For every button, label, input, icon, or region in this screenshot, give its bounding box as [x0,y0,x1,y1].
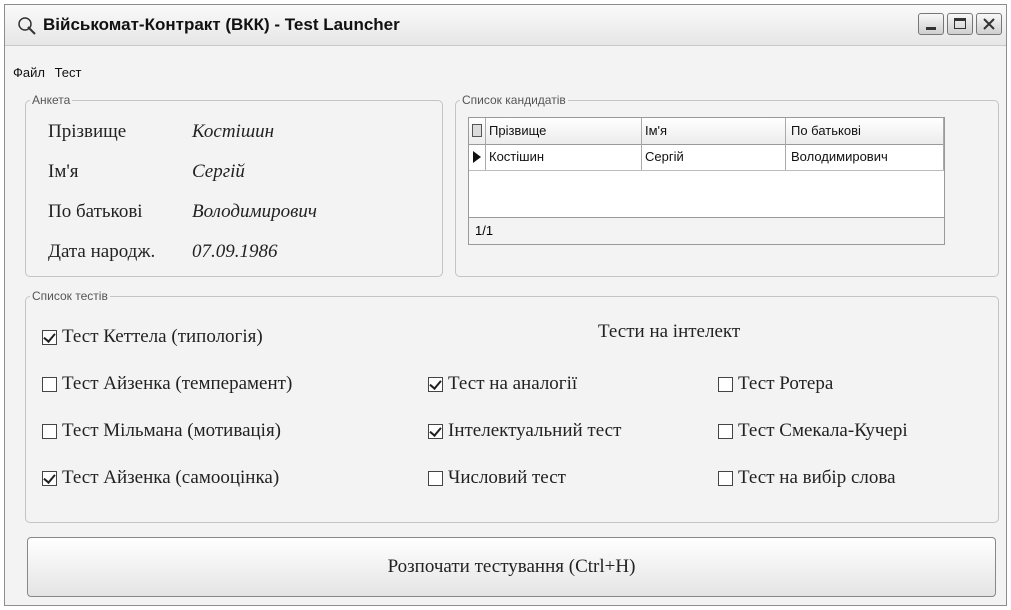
column-header-name[interactable]: Ім'я [645,123,667,138]
checkbox-box[interactable] [42,329,57,345]
intellect-tests-title: Тести на інтелект [598,321,741,342]
checkbox-box[interactable] [718,423,733,439]
checkbox-word-choice[interactable]: Тест на вибір слова [718,467,896,489]
checkbox-eysenck-selfesteem[interactable]: Тест Айзенка (самооцінка) [42,467,279,489]
column-header-patronymic[interactable]: По батькові [791,123,861,138]
tests-group: Список тестів Тести на інтелект Тест Кет… [25,289,999,523]
app-window: Військомат-Контракт (ВКК) - Test Launche… [4,4,1007,606]
surname-value: Костішин [192,121,275,142]
close-icon [983,18,995,30]
checkbox-analogies[interactable]: Тест на аналогії [428,373,577,395]
menu-bar: Файл Тест [13,65,88,80]
checkbox-cattell[interactable]: Тест Кеттела (типологія) [42,326,263,348]
checkbox-box[interactable] [718,470,733,486]
checkbox-label: Тест Смекала-Кучері [738,420,908,441]
surname-label: Прізвище [48,121,127,142]
table-row[interactable]: Костішин Сергій Володимирович [469,144,944,171]
checkbox-intellectual[interactable]: Інтелектуальний тест [428,420,621,442]
name-label: Ім'я [48,161,79,182]
minimize-button[interactable] [918,13,944,35]
maximize-button[interactable] [947,13,973,35]
checkbox-box[interactable] [428,470,443,486]
checkbox-box[interactable] [428,423,443,439]
checkbox-label: Інтелектуальний тест [448,420,622,441]
minimize-icon [926,27,936,30]
checkbox-box[interactable] [42,423,57,439]
checkbox-label: Числовий тест [448,467,566,488]
checkbox-label: Тест Айзенка (самооцінка) [62,467,280,488]
birthdate-label: Дата народж. [48,241,156,262]
menu-file[interactable]: Файл [13,65,45,80]
checkbox-numeric[interactable]: Числовий тест [428,467,566,489]
checkbox-smekal-kucher[interactable]: Тест Смекала-Кучері [718,420,908,442]
maximize-icon [954,18,966,29]
checkbox-label: Тест на аналогії [448,373,578,394]
column-header-surname[interactable]: Прізвище [489,123,546,138]
tests-legend: Список тестів [32,289,108,303]
cell-patronymic: Володимирович [791,149,888,164]
candidates-group: Список кандидатів Прізвище Ім'я По батьк… [455,93,999,277]
checkbox-label: Тест на вибір слова [738,467,896,488]
checkbox-eysenck-temperament[interactable]: Тест Айзенка (темперамент) [42,373,292,395]
checkbox-label: Тест Ротера [738,373,834,394]
checkbox-milman[interactable]: Тест Мільмана (мотивація) [42,420,281,442]
checkbox-box[interactable] [42,470,57,486]
app-icon [18,17,36,35]
checkbox-rotter[interactable]: Тест Ротера [718,373,833,395]
window-title: Військомат-Контракт (ВКК) - Test Launche… [43,15,400,34]
candidates-legend: Список кандидатів [462,93,566,107]
checkbox-label: Тест Кеттела (типологія) [62,326,263,347]
checkbox-box[interactable] [718,376,733,392]
menu-test[interactable]: Тест [55,65,82,80]
patronymic-value: Володимирович [192,201,317,222]
grid-header: Прізвище Ім'я По батькові [469,118,944,145]
patronymic-label: По батькові [48,201,143,222]
birthdate-value: 07.09.1986 [192,241,278,262]
profile-group: Анкета Прізвище Костішин Ім'я Сергій По … [25,93,443,277]
cell-surname: Костішин [489,149,545,164]
name-value: Сергій [192,161,245,182]
profile-legend: Анкета [32,93,71,107]
candidates-grid[interactable]: Прізвище Ім'я По батькові Костішин Сергі… [468,117,945,245]
checkbox-label: Тест Айзенка (темперамент) [62,373,293,394]
start-testing-button[interactable]: Розпочати тестування (Ctrl+H) [27,537,996,597]
title-bar[interactable]: Військомат-Контракт (ВКК) - Test Launche… [5,5,1006,46]
row-pointer-icon [473,151,481,163]
grid-corner-icon [472,124,482,137]
close-button[interactable] [976,13,1002,35]
checkbox-label: Тест Мільмана (мотивація) [62,420,282,441]
checkbox-box[interactable] [42,376,57,392]
record-counter: 1/1 [475,223,494,238]
checkbox-box[interactable] [428,376,443,392]
grid-footer: 1/1 [469,217,944,244]
cell-name: Сергій [645,149,684,164]
